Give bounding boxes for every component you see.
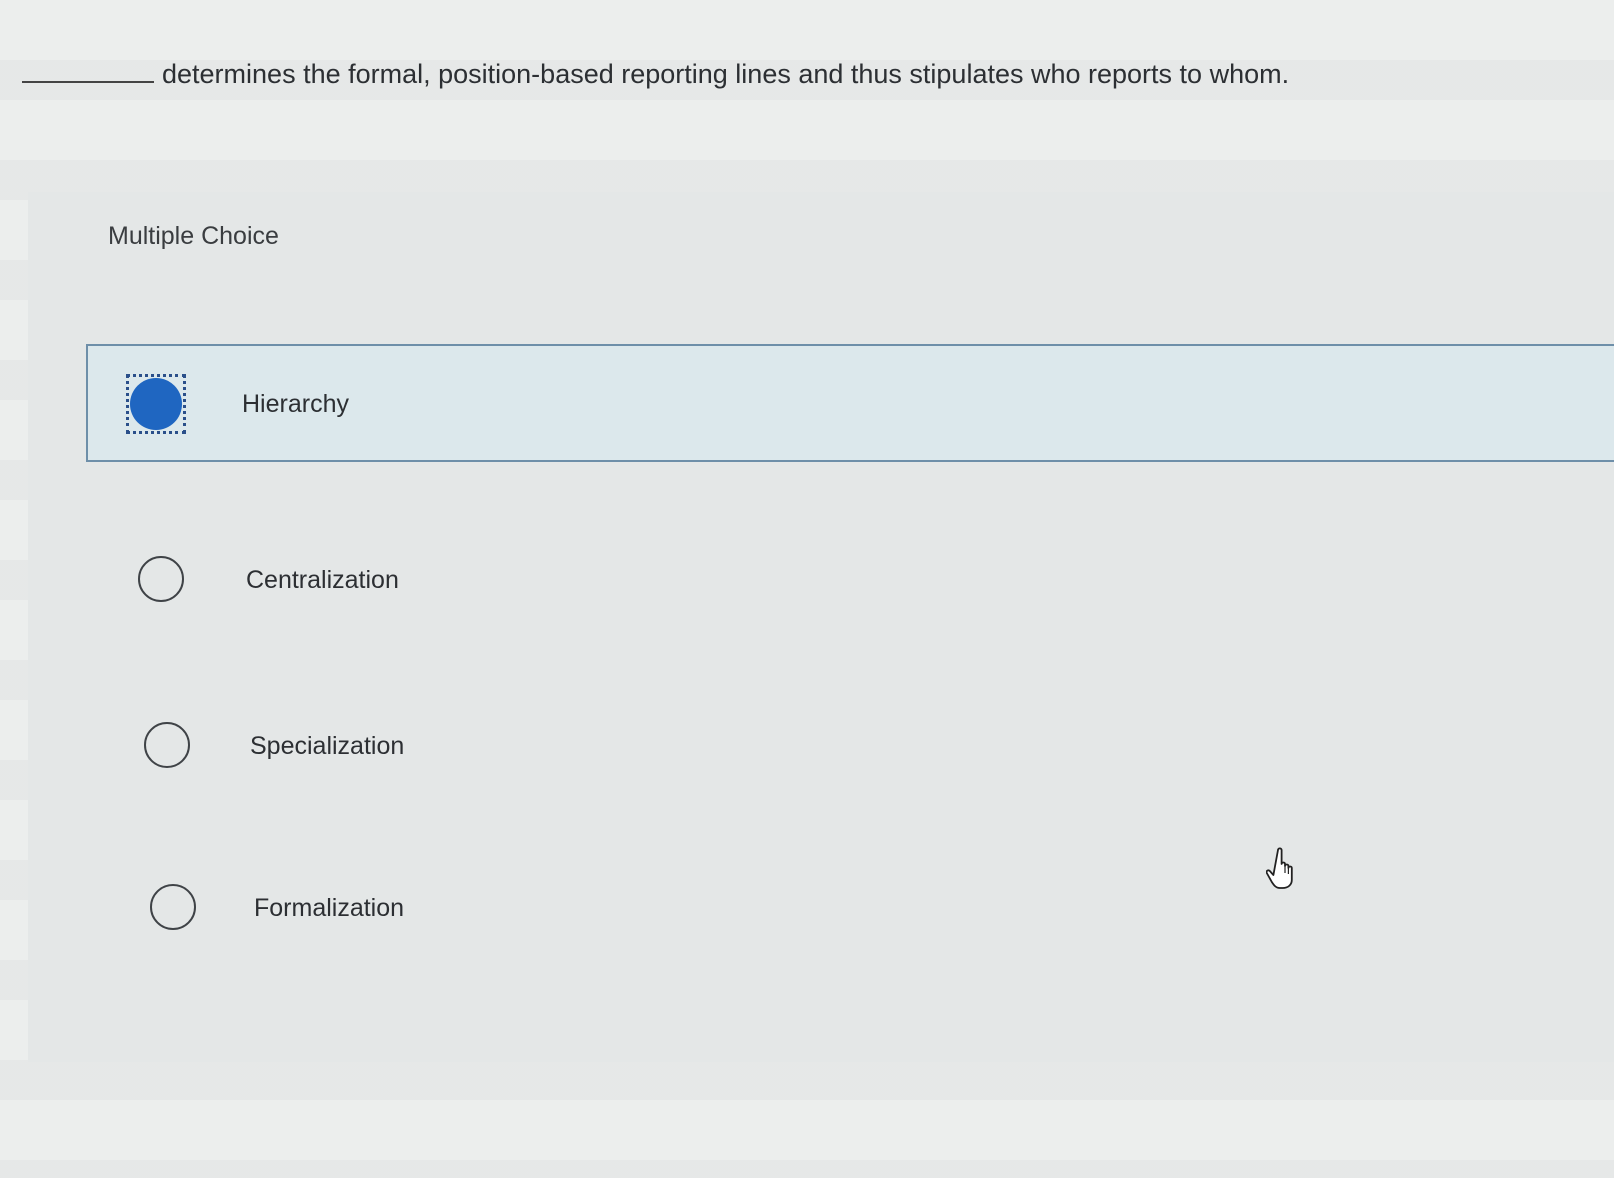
option-hierarchy[interactable]: Hierarchy xyxy=(86,344,1614,462)
answer-blank xyxy=(22,61,154,83)
question-stem: determines the formal, position-based re… xyxy=(22,52,1582,96)
option-formalization[interactable]: Formalization xyxy=(86,848,1614,966)
radio-button[interactable] xyxy=(150,884,196,930)
radio-button[interactable] xyxy=(138,556,184,602)
option-label: Hierarchy xyxy=(242,390,349,418)
option-centralization[interactable]: Centralization xyxy=(86,520,1614,638)
hand-pointer-icon xyxy=(1266,847,1293,889)
multiple-choice-title: Multiple Choice xyxy=(108,222,279,250)
option-label: Centralization xyxy=(246,566,399,594)
option-label: Specialization xyxy=(250,732,405,760)
option-specialization[interactable]: Specialization xyxy=(86,686,1614,804)
radio-button-checked[interactable] xyxy=(130,378,182,430)
option-label: Formalization xyxy=(254,894,405,922)
radio-button[interactable] xyxy=(144,722,190,768)
question-text: determines the formal, position-based re… xyxy=(162,59,1290,89)
